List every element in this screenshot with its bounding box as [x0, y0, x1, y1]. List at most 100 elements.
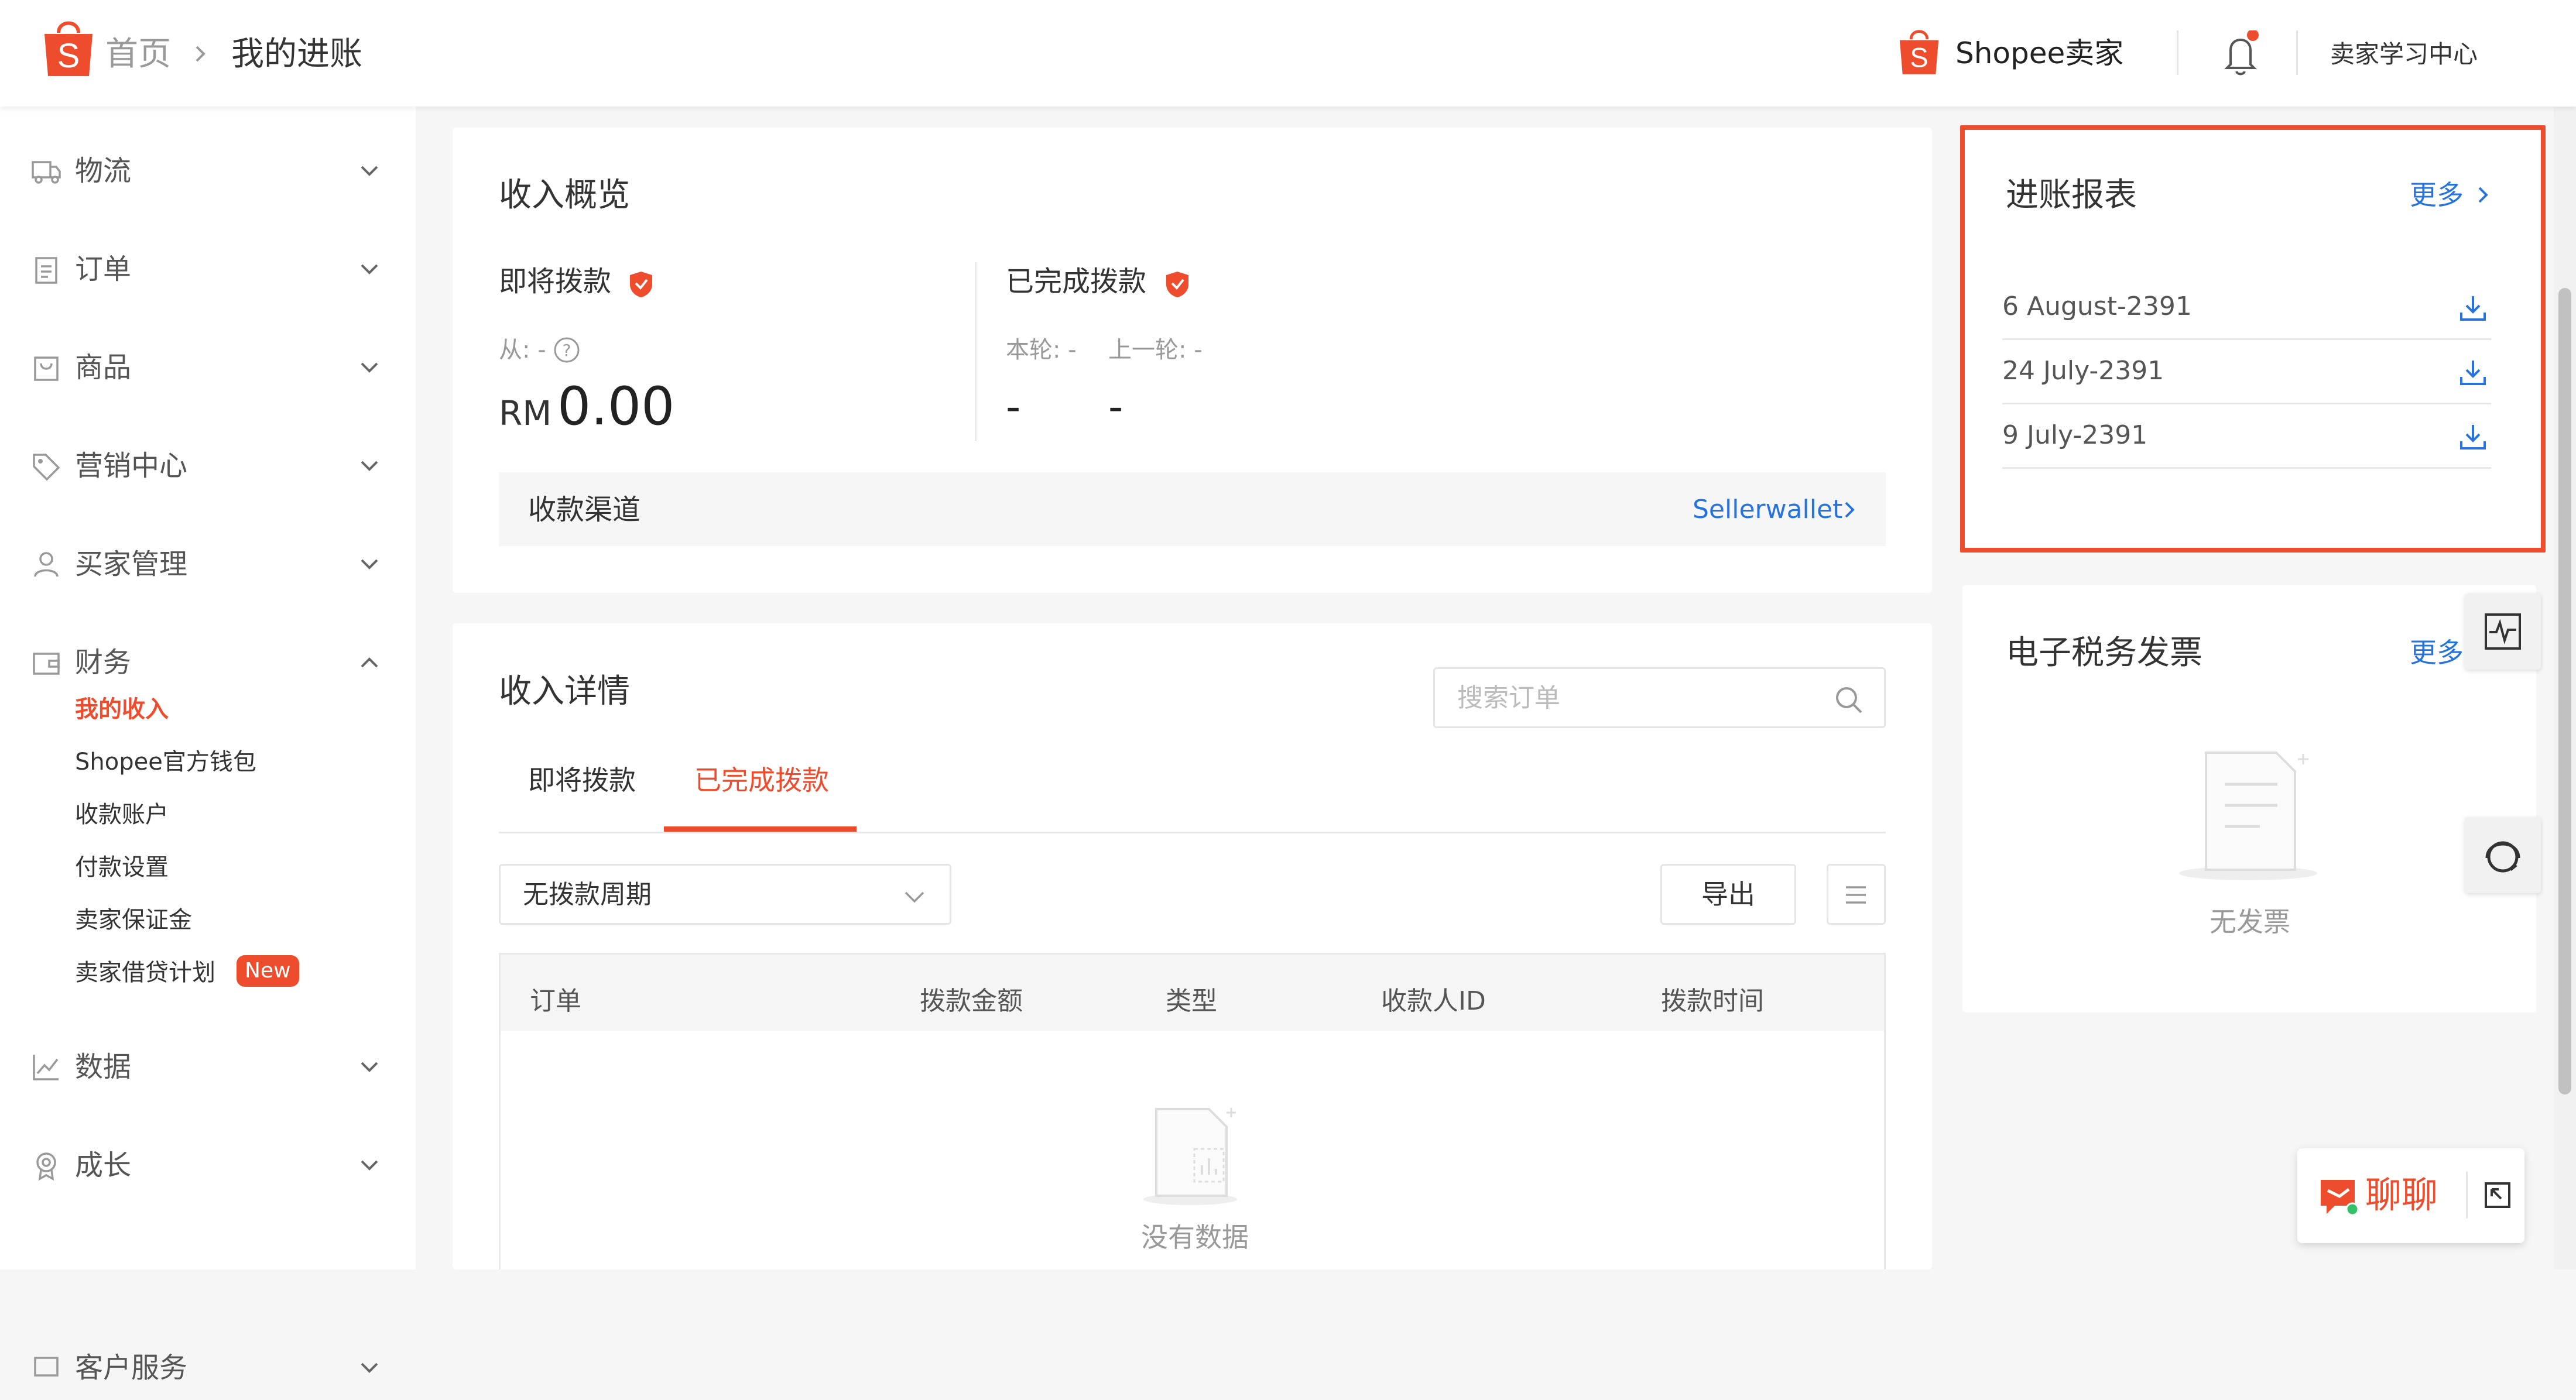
wallet-icon [30, 647, 62, 678]
report-date: 6 August-2391 [2002, 291, 2192, 321]
top-header: S 首页 我的进账 S Shopee卖家 卖家学习中心 [0, 0, 2576, 107]
svg-text:S: S [1910, 43, 1928, 73]
completed-payout-label: 已完成拨款 [1006, 265, 1147, 298]
overview-title: 收入概览 [499, 176, 630, 214]
expand-window-icon[interactable] [2482, 1180, 2513, 1210]
header-divider [2177, 30, 2178, 75]
column-settings-button[interactable] [1827, 864, 1886, 925]
payout-period-value: 无拨款周期 [523, 880, 652, 910]
column-header-payee-id: 收款人ID [1381, 986, 1486, 1016]
column-header-amount: 拨款金额 [920, 986, 1023, 1016]
service-icon [30, 1352, 62, 1384]
report-date: 24 July-2391 [2002, 356, 2164, 386]
empty-data-icon [1139, 1102, 1244, 1207]
last-round-label: 上一轮: - [1108, 337, 1203, 363]
details-title: 收入详情 [499, 672, 630, 711]
chevron-down-icon [354, 1051, 385, 1083]
sidebar-item-label: 成长 [75, 1149, 132, 1182]
svg-text:?: ? [563, 341, 571, 360]
sidebar-item-marketing[interactable]: 营销中心 [0, 434, 416, 498]
headset-icon [2481, 833, 2524, 877]
sidebar-item-finance[interactable]: 财务 [0, 630, 416, 695]
search-icon[interactable] [1833, 684, 1865, 716]
sidebar-item-label: 订单 [75, 253, 132, 286]
sidebar-item-logistics[interactable]: 物流 [0, 139, 416, 203]
seller-learning-center-link[interactable]: 卖家学习中心 [2330, 34, 2478, 75]
tag-icon [30, 450, 62, 482]
medal-icon [30, 1149, 62, 1181]
breadcrumb-chevron-icon [189, 42, 212, 66]
e-invoice-more-link[interactable]: 更多 [2410, 633, 2464, 672]
tab-upcoming-payout[interactable]: 即将拨款 [528, 761, 636, 799]
report-more-link[interactable]: 更多 [2410, 176, 2464, 214]
download-icon[interactable] [2458, 357, 2488, 387]
sidebar-subitem-my-income[interactable]: 我的收入 [75, 692, 169, 727]
chevron-down-icon [899, 881, 930, 912]
sidebar-item-customer-service[interactable]: 客户服务 [0, 1336, 416, 1400]
chart-icon [30, 1051, 62, 1083]
sidebar-subitem-payment-settings[interactable]: 付款设置 [75, 850, 169, 885]
export-button-label: 导出 [1701, 879, 1755, 910]
last-round-value: - [1108, 383, 1123, 431]
chat-bubble-icon [2318, 1175, 2363, 1217]
upcoming-amount: 0.00 [557, 376, 675, 437]
sidebar-subitem-seller-loan[interactable]: 卖家借贷计划 [75, 955, 215, 990]
shopee-seller-logo-icon: S [1897, 26, 1941, 77]
active-tab-indicator [664, 826, 857, 832]
help-question-icon[interactable]: ? [553, 336, 581, 364]
user-icon [30, 548, 62, 580]
chevron-down-icon [354, 1149, 385, 1181]
column-header-order: 订单 [530, 986, 581, 1016]
order-search-box[interactable]: 搜索订单 [1433, 667, 1886, 728]
sidebar-item-label: 客户服务 [75, 1351, 188, 1384]
chat-divider [2466, 1172, 2468, 1219]
sellerwallet-link[interactable]: Sellerwallet [1693, 490, 1842, 529]
report-date: 9 July-2391 [2002, 420, 2148, 450]
download-icon[interactable] [2458, 293, 2488, 323]
chevron-right-icon[interactable] [1838, 499, 1861, 521]
performance-monitor-button[interactable] [2465, 593, 2541, 670]
new-badge: New [237, 955, 299, 987]
tab-completed-payout[interactable]: 已完成拨款 [694, 761, 829, 799]
sidebar-item-label: 财务 [75, 646, 132, 679]
sidebar-subitem-bank-account[interactable]: 收款账户 [75, 797, 169, 832]
currency-label: RM [499, 393, 552, 433]
bag-icon [30, 352, 62, 383]
chevron-down-icon [354, 1352, 385, 1384]
income-table: 订单 拨款金额 类型 收款人ID 拨款时间 没有数据 [499, 953, 1886, 1269]
empty-data-text: 没有数据 [1141, 1221, 1249, 1253]
this-round-label: 本轮: - [1006, 337, 1077, 363]
chat-label: 聊聊 [2365, 1173, 2438, 1216]
upcoming-from-text: 从: - [499, 337, 546, 363]
e-invoice-title: 电子税务发票 [2006, 634, 2202, 672]
sidebar-item-data[interactable]: 数据 [0, 1035, 416, 1099]
sidebar-subitem-shopee-wallet[interactable]: Shopee官方钱包 [75, 744, 256, 780]
search-placeholder: 搜索订单 [1457, 683, 1560, 713]
report-row-divider [2002, 338, 2491, 340]
payout-period-select[interactable]: 无拨款周期 [499, 864, 951, 925]
chat-widget[interactable]: 聊聊 [2297, 1148, 2524, 1243]
page-scrollbar[interactable] [2554, 107, 2576, 1269]
customer-support-button[interactable] [2465, 817, 2541, 893]
download-icon[interactable] [2458, 421, 2488, 452]
sidebar-subitem-seller-deposit[interactable]: 卖家保证金 [75, 903, 192, 938]
column-header-payout-time: 拨款时间 [1661, 986, 1764, 1016]
notification-bell-icon[interactable] [2220, 30, 2261, 78]
scrollbar-thumb[interactable] [2558, 288, 2571, 1094]
page-title: 我的进账 [231, 35, 362, 73]
activity-pulse-icon [2483, 612, 2522, 651]
breadcrumb-home[interactable]: 首页 [105, 34, 171, 75]
sidebar-item-buyer-management[interactable]: 买家管理 [0, 532, 416, 596]
sidebar-item-orders[interactable]: 订单 [0, 237, 416, 301]
table-header-row: 订单 拨款金额 类型 收款人ID 拨款时间 [501, 955, 1884, 1031]
sidebar-item-products[interactable]: 商品 [0, 335, 416, 400]
shield-icon [1165, 270, 1190, 298]
export-button[interactable]: 导出 [1660, 864, 1796, 925]
chevron-down-icon [354, 450, 385, 482]
payout-channel-label: 收款渠道 [528, 493, 641, 526]
sidebar-item-growth[interactable]: 成长 [0, 1133, 416, 1197]
chevron-right-icon[interactable] [2472, 184, 2494, 206]
shopee-logo-icon[interactable]: S [41, 18, 96, 78]
overview-divider [975, 262, 977, 441]
upcoming-payout-label: 即将拨款 [499, 265, 612, 298]
